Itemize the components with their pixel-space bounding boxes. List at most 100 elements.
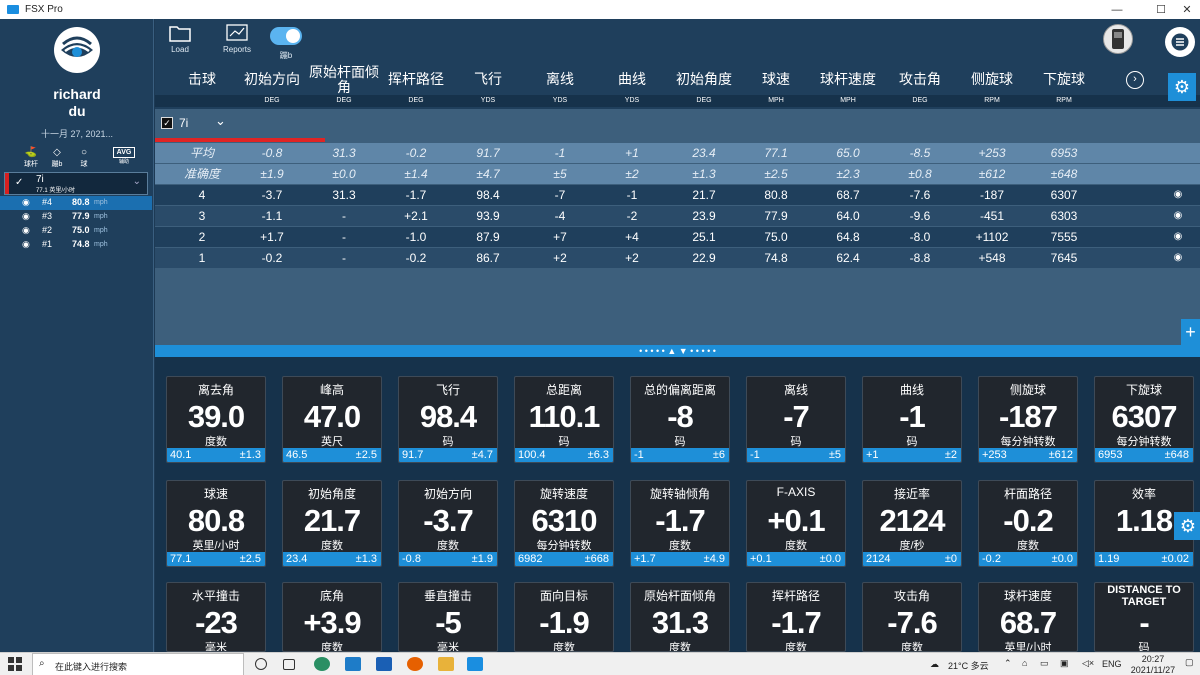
column-header[interactable]: 初始角度 — [668, 72, 740, 87]
panel-splitter[interactable]: • • • • • ▲ ▼ • • • • • — [155, 345, 1200, 357]
column-header[interactable]: 曲线 — [596, 72, 668, 87]
minimize-button[interactable]: — — [1102, 0, 1132, 19]
session-date[interactable]: 十一月 27, 2021... — [0, 127, 154, 140]
store-icon[interactable] — [376, 657, 392, 671]
metric-tile[interactable]: 垂直撞击 -5 毫米 — [398, 582, 498, 652]
cortana-icon[interactable] — [255, 658, 267, 670]
eye-icon[interactable]: ◉ — [22, 239, 30, 250]
table-row[interactable]: 1 -0.2 - -0.2 86.7 +2 +2 22.9 74.8 62.4 -8.8 +548 76… — [155, 248, 1200, 268]
tab-clubs[interactable]: ⛳ 球杆 — [17, 147, 45, 169]
metric-tile[interactable]: 总的偏离距离 -8 码 -1 ±6 — [630, 376, 730, 463]
column-header[interactable]: 攻击角 — [884, 72, 956, 87]
clock-date[interactable]: 2021/11/27 — [1122, 665, 1184, 675]
tray-icon[interactable]: ▣ — [1060, 658, 1069, 669]
file-explorer-icon[interactable] — [438, 657, 454, 671]
metric-tile[interactable]: 旋转速度 6310 每分钟转数 6982 ±668 — [514, 480, 614, 567]
add-button[interactable]: + — [1181, 319, 1200, 345]
toggle-switch[interactable] — [270, 27, 302, 45]
club-row-7i[interactable]: ✓ 7i 77.1 英里/小时 ⌄ — [4, 172, 148, 195]
metric-tile[interactable]: DISTANCE TO TARGET - 码 — [1094, 582, 1194, 652]
shot-row[interactable]: ◉ #4 80.8 mph — [0, 196, 152, 210]
reports-button[interactable]: Reports — [219, 23, 255, 54]
metric-tile[interactable]: 旋转轴倾角 -1.7 度数 +1.7 ±4.9 — [630, 480, 730, 567]
club-group-header[interactable]: ✓ 7i ⌄ — [155, 109, 1200, 145]
menu-button[interactable] — [1165, 27, 1195, 57]
taskbar-search[interactable]: ⌕ 在此键入进行搜索 — [32, 653, 244, 675]
eye-icon[interactable]: ◉ — [1171, 227, 1185, 247]
metric-tile[interactable]: 底角 +3.9 度数 — [282, 582, 382, 652]
metric-tile[interactable]: 攻击角 -7.6 度数 — [862, 582, 962, 652]
eye-icon[interactable]: ◉ — [1171, 248, 1185, 268]
tray-icon[interactable]: ▭ — [1040, 658, 1049, 669]
microsoft-store-icon[interactable] — [345, 657, 361, 671]
shot-row[interactable]: ◉ #1 74.8 mph — [0, 238, 152, 252]
metric-tile[interactable]: 离线 -7 码 -1 ±5 — [746, 376, 846, 463]
table-settings-gear-icon[interactable]: ⚙ — [1168, 73, 1196, 101]
metric-tile[interactable]: 面向目标 -1.9 度数 — [514, 582, 614, 652]
column-header[interactable]: 原始杆面倾角 — [308, 65, 380, 95]
task-view-icon[interactable] — [283, 659, 295, 670]
tile-average: 100.4 — [518, 449, 546, 461]
volume-icon[interactable]: ◁× — [1082, 658, 1094, 669]
tab-balls[interactable]: ○ 球 — [70, 147, 98, 169]
column-header[interactable]: 离线 — [524, 72, 596, 87]
column-header[interactable]: 初始方向 — [236, 72, 308, 87]
metric-tile[interactable]: 球速 80.8 英里/小时 77.1 ±2.5 — [166, 480, 266, 567]
chevron-down-icon[interactable]: ⌄ — [133, 176, 141, 187]
metric-tile[interactable]: 离去角 39.0 度数 40.1 ±1.3 — [166, 376, 266, 463]
column-header[interactable]: 挥杆路径 — [380, 72, 452, 87]
weather-text[interactable]: 21°C 多云 — [948, 659, 989, 672]
metric-tile[interactable]: 接近率 2124 度/秒 2124 ±0 — [862, 480, 962, 567]
metric-tile[interactable]: 飞行 98.4 码 91.7 ±4.7 — [398, 376, 498, 463]
club-checkbox[interactable]: ✓ — [161, 117, 173, 129]
notification-icon[interactable]: ▢ — [1185, 657, 1194, 668]
load-button[interactable]: Load — [167, 23, 193, 54]
metric-tile[interactable]: 杆面路径 -0.2 度数 -0.2 ±0.0 — [978, 480, 1078, 567]
table-row[interactable]: 4 -3.7 31.3 -1.7 98.4 -7 -1 21.7 80.8 68.7 -7.6 -18… — [155, 185, 1200, 205]
metric-tile[interactable]: 挥杆路径 -1.7 度数 — [746, 582, 846, 652]
shot-row[interactable]: ◉ #3 77.9 mph — [0, 210, 152, 224]
firefox-icon[interactable] — [407, 657, 423, 671]
network-icon[interactable]: ⌂ — [1022, 658, 1027, 668]
edge-icon[interactable] — [314, 657, 330, 671]
metric-tile[interactable]: 总距离 110.1 码 100.4 ±6.3 — [514, 376, 614, 463]
chevron-down-icon[interactable]: ⌄ — [215, 113, 226, 129]
fsx-pro-taskbar-icon[interactable] — [467, 657, 483, 671]
column-header[interactable]: 球速 — [740, 72, 812, 87]
metric-tile[interactable]: 原始杆面倾角 31.3 度数 — [630, 582, 730, 652]
eye-icon[interactable]: ◉ — [1171, 206, 1185, 226]
tiles-settings-gear-icon[interactable]: ⚙ — [1174, 512, 1200, 540]
clock-time[interactable]: 20:27 — [1128, 654, 1178, 664]
eye-icon[interactable]: ◉ — [1171, 185, 1185, 205]
tab-avg[interactable]: AVG 辅助 — [110, 147, 138, 165]
metric-tile[interactable]: 球杆速度 68.7 英里/小时 — [978, 582, 1078, 652]
tile-unit: 度数 — [205, 436, 227, 448]
tag-icon: ◇ — [53, 147, 61, 158]
eye-icon[interactable]: ◉ — [22, 225, 30, 236]
metric-tile[interactable]: 初始方向 -3.7 度数 -0.8 ±1.9 — [398, 480, 498, 567]
metric-tile[interactable]: 侧旋球 -187 每分钟转数 +253 ±612 — [978, 376, 1078, 463]
metric-tile[interactable]: 峰高 47.0 英尺 46.5 ±2.5 — [282, 376, 382, 463]
tab-tags[interactable]: ◇ 蹦b — [43, 147, 71, 169]
column-header[interactable]: 击球 — [166, 72, 238, 87]
metric-tile[interactable]: 初始角度 21.7 度数 23.4 ±1.3 — [282, 480, 382, 567]
column-header[interactable]: 球杆速度 — [812, 72, 884, 87]
language-indicator[interactable]: ENG — [1102, 659, 1122, 669]
eye-icon[interactable]: ◉ — [22, 211, 30, 222]
column-header[interactable]: 飞行 — [452, 72, 524, 87]
metric-tile[interactable]: 水平撞击 -23 毫米 — [166, 582, 266, 652]
table-row[interactable]: 2 +1.7 - -1.0 87.9 +7 +4 25.1 75.0 64.8 -8.0 +1102 7… — [155, 227, 1200, 247]
close-button[interactable]: ✕ — [1172, 0, 1200, 19]
metric-tile[interactable]: F-AXIS +0.1 度数 +0.1 ±0.0 — [746, 480, 846, 567]
next-columns-button[interactable]: › — [1126, 71, 1144, 89]
shot-row[interactable]: ◉ #2 75.0 mph — [0, 224, 152, 238]
column-header[interactable]: 下旋球 — [1028, 72, 1100, 87]
tray-chevron-icon[interactable]: ⌃ — [1004, 658, 1012, 669]
column-header[interactable]: 侧旋球 — [956, 72, 1028, 87]
eye-icon[interactable]: ◉ — [22, 197, 30, 208]
table-row[interactable]: 3 -1.1 - +2.1 93.9 -4 -2 23.9 77.9 64.0 -9.6 -451 63… — [155, 206, 1200, 226]
metric-tile[interactable]: 曲线 -1 码 +1 ±2 — [862, 376, 962, 463]
windows-start-icon[interactable] — [8, 657, 22, 671]
avatar[interactable] — [1103, 24, 1133, 54]
metric-tile[interactable]: 下旋球 6307 每分钟转数 6953 ±648 — [1094, 376, 1194, 463]
